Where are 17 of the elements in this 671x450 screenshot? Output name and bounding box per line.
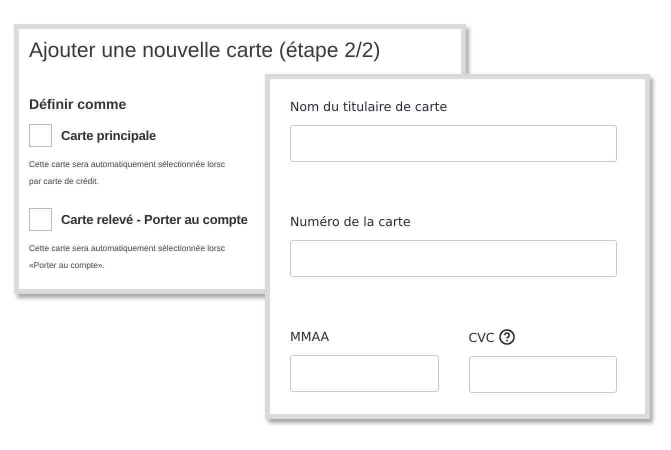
checkbox[interactable] xyxy=(29,208,52,231)
help-icon[interactable] xyxy=(498,329,515,345)
checkbox-label: Carte principale xyxy=(61,128,156,143)
input-field[interactable] xyxy=(290,355,438,392)
field-label: MMAA xyxy=(290,329,330,344)
checkbox-label: Carte relevé - Porter au compte xyxy=(61,212,248,227)
field-label: Nom du titulaire de carte xyxy=(290,99,448,114)
field-label: Numéro de la carte xyxy=(290,214,411,229)
input-field[interactable] xyxy=(290,125,617,162)
input-field[interactable] xyxy=(468,356,617,393)
description-text: Cette carte sera automatiquement sélectionnée lorsc «Porter au compte». xyxy=(29,242,225,272)
section-label: Définir comme xyxy=(29,96,126,112)
checkbox[interactable] xyxy=(29,124,52,147)
dialog-title: Ajouter une nouvelle carte (étape 2/2) xyxy=(29,39,380,63)
description-text: Cette carte sera automatiquement sélectionnée lorsc par carte de crédit. xyxy=(29,158,225,188)
field-label: CVC xyxy=(468,330,495,344)
input-field[interactable] xyxy=(290,240,617,277)
